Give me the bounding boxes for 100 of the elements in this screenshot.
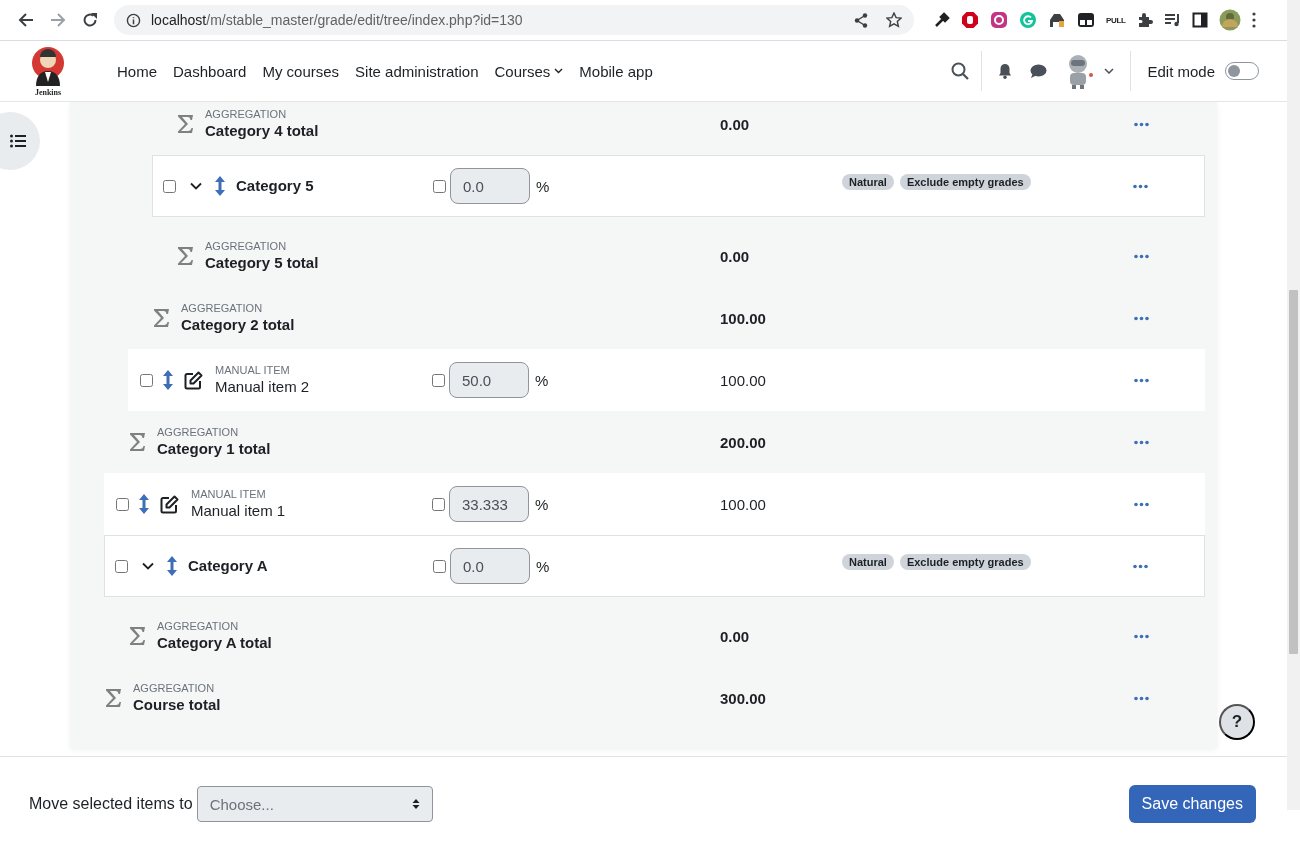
move-icon[interactable] — [139, 494, 149, 514]
badge: Exclude empty grades — [899, 554, 1031, 570]
star-icon[interactable] — [886, 12, 902, 28]
forward-icon[interactable] — [50, 12, 66, 28]
caret-icon[interactable] — [1104, 68, 1115, 74]
item-value: 100.00 — [720, 495, 767, 513]
media-list-icon[interactable] — [1163, 13, 1181, 27]
move-label: Move selected items to — [29, 795, 193, 813]
two-squares-icon[interactable] — [1077, 12, 1095, 28]
total-value: 200.00 — [720, 433, 767, 451]
percent-label: % — [536, 177, 550, 195]
sigma-icon — [105, 688, 122, 708]
total-name: Category 1 total — [157, 438, 271, 459]
total-value: 0.00 — [720, 247, 751, 265]
item-type-label: AGGREGATION — [157, 425, 240, 439]
more-icon[interactable] — [1133, 183, 1148, 189]
nav-link[interactable]: Site administration — [347, 62, 487, 80]
nav-link[interactable]: Home — [109, 62, 165, 80]
more-icon[interactable] — [1134, 695, 1149, 701]
sigma-icon — [153, 308, 170, 328]
more-icon[interactable] — [1134, 315, 1149, 321]
butler-logo-icon[interactable] — [31, 45, 65, 88]
item-type-label: AGGREGATION — [133, 681, 216, 695]
save-button[interactable]: Save changes — [1128, 785, 1256, 823]
select-checkbox[interactable] — [140, 373, 153, 387]
select-checkbox[interactable] — [115, 559, 128, 573]
item-name: Manual item 1 — [191, 500, 286, 521]
reload-icon[interactable] — [82, 12, 98, 28]
category-name: Category 5 — [236, 176, 314, 196]
item-type-label: MANUAL ITEM — [191, 487, 267, 501]
item-type-label: AGGREGATION — [181, 301, 264, 315]
chevron-icon[interactable] — [190, 182, 202, 190]
move-icon[interactable] — [215, 176, 225, 196]
edit-mode-label: Edit mode — [1147, 62, 1215, 80]
total-name: Course total — [133, 694, 221, 715]
percent-label: % — [535, 495, 549, 513]
side-panel-icon[interactable] — [1191, 12, 1208, 28]
weight-override-checkbox[interactable] — [432, 373, 445, 387]
percent-label: % — [535, 371, 549, 389]
nav-link[interactable]: Dashboard — [165, 62, 255, 80]
weight-override-checkbox[interactable] — [433, 559, 446, 573]
weight-override-checkbox[interactable] — [433, 179, 446, 193]
nav-link[interactable]: Mobile app — [571, 62, 661, 80]
move-icon[interactable] — [167, 556, 177, 576]
total-name: Category A total — [157, 632, 272, 653]
caret-icon — [554, 68, 564, 74]
move-select[interactable]: Choose... — [196, 786, 433, 822]
nav-link[interactable]: Courses — [486, 62, 572, 80]
sigma-icon — [177, 246, 194, 266]
list-icon — [10, 134, 26, 148]
logo-caption: Jenkins — [34, 87, 62, 97]
back-icon[interactable] — [18, 12, 34, 28]
help-button[interactable]: ? — [1219, 704, 1255, 740]
more-icon[interactable] — [1134, 439, 1149, 445]
search-icon[interactable] — [951, 62, 970, 80]
item-type-label: AGGREGATION — [157, 619, 240, 633]
more-icon[interactable] — [1134, 121, 1149, 127]
total-value: 300.00 — [720, 689, 767, 707]
total-value: 0.00 — [720, 115, 751, 133]
select-checkbox[interactable] — [116, 497, 129, 511]
badge: Natural — [842, 554, 894, 570]
sigma-icon — [177, 114, 194, 134]
total-value: 100.00 — [720, 309, 767, 327]
bell-icon[interactable] — [998, 63, 1013, 79]
share-icon[interactable] — [854, 12, 868, 28]
updown-icon — [411, 798, 420, 810]
total-name: Category 2 total — [181, 314, 295, 335]
info-icon[interactable] — [126, 12, 141, 28]
puzzle-icon[interactable] — [1136, 12, 1153, 28]
item-type-label: AGGREGATION — [205, 239, 288, 253]
total-name: Category 5 total — [205, 252, 319, 273]
more-icon[interactable] — [1134, 633, 1149, 639]
scrollbar[interactable] — [1287, 0, 1300, 810]
item-name: Manual item 2 — [215, 376, 310, 397]
weight-override-checkbox[interactable] — [432, 497, 445, 511]
more-icon[interactable] — [1134, 501, 1149, 507]
stop-hand-icon[interactable] — [961, 11, 979, 29]
more-icon[interactable] — [1134, 377, 1149, 383]
percent-label: % — [536, 557, 550, 575]
item-type-label: AGGREGATION — [205, 107, 288, 121]
sigma-icon — [129, 626, 146, 646]
more-icon[interactable] — [1133, 563, 1148, 569]
item-value: 100.00 — [720, 371, 767, 389]
nav-link[interactable]: My courses — [254, 62, 348, 80]
edit-icon — [184, 370, 203, 390]
more-icon[interactable] — [1134, 253, 1149, 259]
move-icon[interactable] — [163, 370, 173, 390]
badge: Exclude empty grades — [899, 174, 1031, 190]
chat-icon[interactable] — [1030, 63, 1048, 79]
extension-label[interactable]: PULL — [1106, 15, 1126, 25]
select-checkbox[interactable] — [163, 179, 176, 193]
badge: Natural — [842, 174, 894, 190]
total-value: 0.00 — [720, 627, 751, 645]
camera-icon[interactable] — [990, 11, 1008, 29]
item-type-label: MANUAL ITEM — [215, 363, 291, 377]
kebab-menu-icon[interactable] — [1251, 12, 1256, 28]
sigma-icon — [129, 432, 146, 452]
profile-avatar-icon[interactable] — [1218, 9, 1241, 31]
chevron-icon[interactable] — [142, 562, 154, 570]
total-name: Category 4 total — [205, 120, 319, 141]
